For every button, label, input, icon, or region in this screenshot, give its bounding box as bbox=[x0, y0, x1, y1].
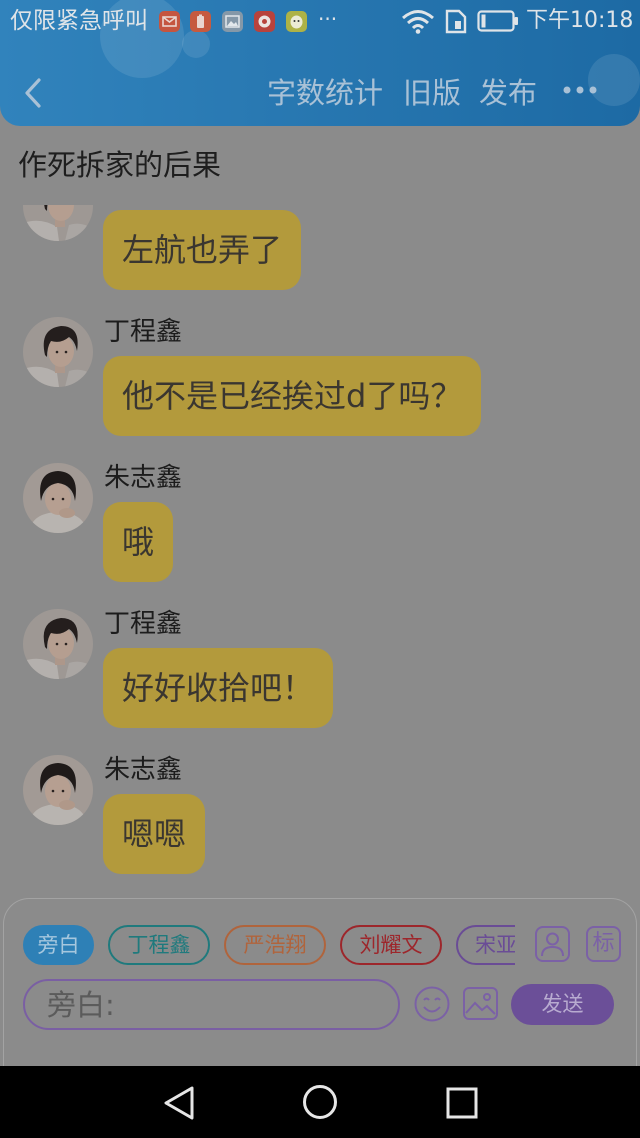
back-triangle-icon[interactable] bbox=[162, 1085, 196, 1121]
chevron-left-icon[interactable] bbox=[20, 72, 48, 114]
speaker-name: 丁程鑫 bbox=[104, 609, 183, 639]
message-list[interactable]: 左航也弄了 丁程鑫 他不是已经挨过d了吗？ 朱志鑫 哦 丁程鑫 好好收拾吧！ 朱… bbox=[0, 205, 640, 898]
wifi-icon bbox=[402, 10, 434, 34]
sim-card-icon bbox=[445, 9, 467, 34]
message-bubble[interactable]: 他不是已经挨过d了吗？ bbox=[103, 356, 482, 436]
message-input[interactable] bbox=[23, 979, 400, 1030]
app-header: 仅限紧急呼叫 ··· 下午10:18 字数统计 旧版 发布 bbox=[0, 0, 640, 126]
speaker-name: 朱志鑫 bbox=[104, 755, 183, 785]
message-bubble[interactable]: 哦 bbox=[103, 502, 174, 582]
role-chip[interactable]: 宋亚 bbox=[456, 925, 515, 965]
home-circle-icon[interactable] bbox=[302, 1084, 338, 1120]
avatar[interactable] bbox=[23, 205, 93, 241]
role-chip[interactable]: 丁程鑫 bbox=[108, 925, 210, 965]
message: 朱志鑫 哦 bbox=[0, 463, 640, 609]
emoji-button[interactable] bbox=[413, 985, 451, 1023]
battery-app-icon bbox=[190, 11, 211, 32]
speaker-name: 朱志鑫 bbox=[104, 463, 183, 493]
gallery-app-icon bbox=[222, 11, 243, 32]
role-chip[interactable]: 刘耀文 bbox=[340, 925, 442, 965]
message: 朱志鑫 嗯嗯 bbox=[0, 755, 640, 898]
system-navigation-bar bbox=[0, 1066, 640, 1138]
role-selector[interactable]: 旁白 丁程鑫 严浩翔 刘耀文 宋亚 bbox=[23, 925, 515, 965]
old-version-button[interactable]: 旧版 bbox=[403, 76, 461, 110]
publish-button[interactable]: 发布 bbox=[479, 76, 537, 110]
message: 丁程鑫 他不是已经挨过d了吗？ bbox=[0, 317, 640, 463]
avatar[interactable] bbox=[23, 755, 93, 825]
avatar[interactable] bbox=[23, 609, 93, 679]
speaker-name: 丁程鑫 bbox=[104, 317, 183, 347]
status-bar: 仅限紧急呼叫 ··· 下午10:18 bbox=[0, 0, 640, 44]
header-toolbar: 字数统计 旧版 发布 bbox=[0, 60, 640, 126]
story-title[interactable]: 作死拆家的后果 bbox=[18, 148, 221, 182]
image-button[interactable] bbox=[462, 985, 499, 1022]
yellow-app-icon bbox=[286, 11, 307, 32]
image-icon bbox=[463, 987, 498, 1020]
person-icon bbox=[541, 932, 564, 957]
battery-icon bbox=[477, 10, 518, 32]
message: 丁程鑫 好好收拾吧！ bbox=[0, 609, 640, 755]
clock: 下午10:18 bbox=[526, 8, 634, 33]
role-chip[interactable]: 严浩翔 bbox=[224, 925, 326, 965]
message-bubble[interactable]: 好好收拾吧！ bbox=[103, 648, 334, 728]
mail-app-icon bbox=[159, 11, 180, 32]
role-chip[interactable]: 旁白 bbox=[23, 925, 94, 965]
more-notifications-indicator: ··· bbox=[318, 7, 338, 31]
message-bubble[interactable]: 嗯嗯 bbox=[103, 794, 206, 874]
recents-square-icon[interactable] bbox=[446, 1087, 478, 1119]
screen: 仅限紧急呼叫 ··· 下午10:18 字数统计 旧版 发布 作死拆家的后果 左航… bbox=[0, 0, 640, 1138]
role-manager-button[interactable] bbox=[535, 926, 570, 962]
message-bubble[interactable]: 左航也弄了 bbox=[103, 210, 302, 290]
red-app-icon bbox=[254, 11, 275, 32]
carrier-text: 仅限紧急呼叫 bbox=[10, 8, 148, 34]
composer: 旁白 丁程鑫 严浩翔 刘耀文 宋亚 标 旁白: 发送 bbox=[0, 898, 640, 1066]
more-dots-icon[interactable] bbox=[560, 84, 600, 96]
avatar[interactable] bbox=[23, 317, 93, 387]
emoji-icon bbox=[414, 986, 450, 1022]
message: 左航也弄了 bbox=[0, 205, 640, 317]
avatar[interactable] bbox=[23, 463, 93, 533]
tag-button[interactable]: 标 bbox=[586, 926, 621, 962]
word-count-button[interactable]: 字数统计 bbox=[267, 76, 383, 110]
send-button[interactable]: 发送 bbox=[511, 984, 614, 1025]
